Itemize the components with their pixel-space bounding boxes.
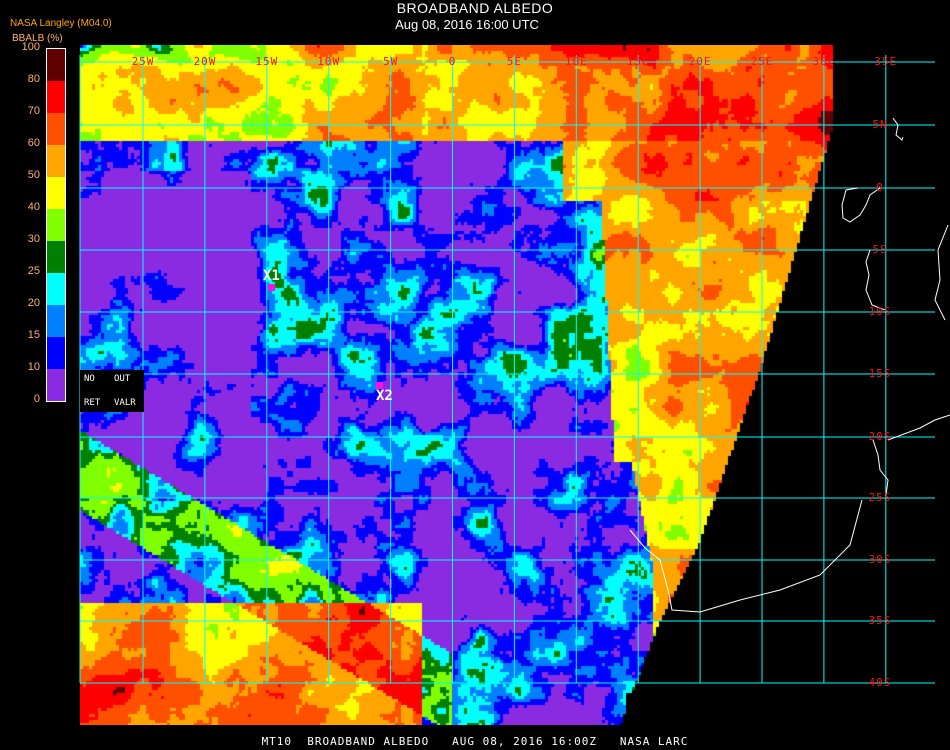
latitude-label: 25S [868, 491, 892, 504]
footer-caption: MT10 BROADBAND ALBEDO AUG 08, 2016 16:00… [261, 735, 689, 748]
longitude-label: 10W [317, 55, 341, 68]
longitude-label: 30E [812, 55, 836, 68]
legend-no: NO [84, 374, 95, 384]
legend-out: OUT [114, 374, 131, 384]
longitude-label: 15E [626, 55, 650, 68]
latitude-label: 5S [872, 243, 888, 256]
longitude-label: 5W [382, 55, 399, 68]
lake-coastline [892, 117, 904, 141]
legend-ret: RET [84, 398, 101, 408]
marker-x1-square [268, 284, 275, 291]
longitude-label: 25E [750, 55, 774, 68]
longitude-label: 0 [448, 55, 457, 68]
no-retrieval-legend: NO OUT RET VALR [80, 370, 144, 412]
latitude-label: 10S [868, 305, 892, 318]
longitude-label: 15W [255, 55, 279, 68]
latitude-label: 0 [876, 181, 884, 194]
longitude-label: 20W [193, 55, 217, 68]
coastline [865, 249, 886, 311]
marker-x2-label: X2 [376, 388, 393, 404]
longitude-label: 5E [506, 55, 523, 68]
latitude-label: 40S [868, 676, 892, 689]
madagascar-coastline [934, 224, 949, 321]
longitude-label: 10E [564, 55, 588, 68]
marker-x1-label: X1 [263, 268, 280, 284]
latitude-label: 30S [868, 553, 892, 566]
legend-valr: VALR [114, 398, 136, 408]
latitude-label: 20S [868, 430, 892, 443]
coastline [887, 414, 950, 441]
latitude-label: 5N [872, 118, 888, 131]
coastline [629, 499, 863, 613]
coastline [841, 187, 881, 223]
latitude-label: 15S [868, 367, 892, 380]
longitude-label: 35E [874, 55, 898, 68]
latitude-label: 35S [868, 614, 892, 627]
longitude-label: 25W [131, 55, 155, 68]
longitude-label: 20E [688, 55, 712, 68]
